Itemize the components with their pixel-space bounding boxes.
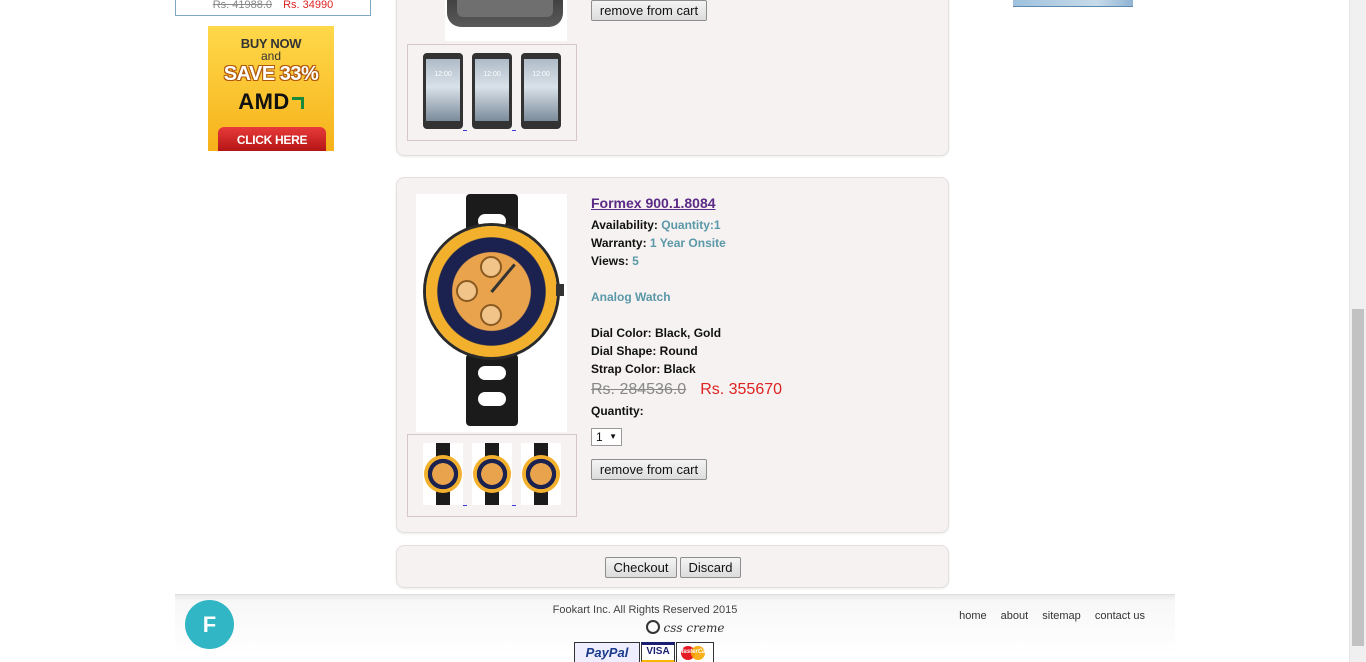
product-image[interactable] [445,0,567,41]
payment-methods: PayPal VISA MasterCard [574,642,715,662]
cart-actions: Checkout Discard [396,545,949,588]
product-thumbnail[interactable]: 12:00 [423,53,463,129]
css-creme-logo-icon [645,620,660,634]
product-thumbnail[interactable] [423,443,463,505]
scrollbar-thumb[interactable] [1352,309,1364,646]
css-creme-credit[interactable]: css creme [605,620,765,635]
related-product-price: Rs. 41988.0 Rs. 34990 [175,0,371,16]
amd-arrow-icon [291,97,304,109]
dial-shape: Dial Shape: Round [591,344,698,358]
old-price: Rs. 41988.0 [212,0,273,11]
old-price: Rs. 284536.0 [591,381,687,398]
new-price: Rs. 34990 [283,0,334,11]
discard-button[interactable]: Discard [680,557,741,578]
product-category: Analog Watch [591,290,671,304]
footer-link-contact-us[interactable]: contact us [1095,610,1145,622]
remove-from-cart-button[interactable]: remove from cart [591,459,707,480]
new-price: Rs. 355670 [700,381,783,398]
availability-label: Availability: [591,218,658,232]
vertical-scrollbar[interactable] [1349,0,1366,662]
ad-save: SAVE 33% [223,63,319,85]
ad-click-here-button[interactable]: CLICK HERE [218,127,326,151]
product-info: Formex 900.1.8084 Availability: Quantity… [591,194,931,446]
ad-and: and [260,49,282,63]
warranty-value: 1 Year Onsite [649,236,726,250]
views-value: 5 [632,254,639,268]
product-thumbnail[interactable]: 12:00 [472,53,512,129]
product-thumbnails [407,434,577,517]
product-image[interactable] [416,194,567,432]
product-thumbnail[interactable] [472,443,512,505]
right-advertisement[interactable] [1013,0,1133,7]
footer-link-sitemap[interactable]: sitemap [1042,610,1081,622]
checkout-button[interactable]: Checkout [605,557,677,578]
quantity-select[interactable]: 1 [591,428,622,446]
remove-from-cart-button[interactable]: remove from cart [591,0,707,21]
footer: F Fookart Inc. All Rights Reserved 2015 … [175,594,1175,662]
product-title-link[interactable]: Formex 900.1.8084 [591,195,716,211]
footer-link-about[interactable]: about [1001,610,1029,622]
cart-item: 12:00 12:00 12:00 remove from cart [396,0,949,156]
warranty-label: Warranty: [591,236,647,250]
quantity-label: Quantity: [591,404,644,418]
dial-color: Dial Color: Black, Gold [591,326,722,340]
product-thumbnails: 12:00 12:00 12:00 [407,44,577,141]
strap-color: Strap Color: Black [591,362,696,376]
product-thumbnail[interactable] [521,443,561,505]
product-thumbnail[interactable]: 12:00 [521,53,561,129]
views-label: Views: [591,254,629,268]
footer-link-home[interactable]: home [959,610,987,622]
mastercard-icon: MasterCard [676,642,714,662]
availability-value: Quantity:1 [661,218,721,232]
cart-item: Formex 900.1.8084 Availability: Quantity… [396,177,949,533]
visa-icon: VISA [641,642,675,662]
footer-nav: home about sitemap contact us [948,610,1145,622]
paypal-icon: PayPal [574,642,640,662]
amd-advertisement[interactable]: BUY NOW and SAVE 33% AMD CLICK HERE [208,26,334,151]
amd-logo: AMD [208,89,334,115]
